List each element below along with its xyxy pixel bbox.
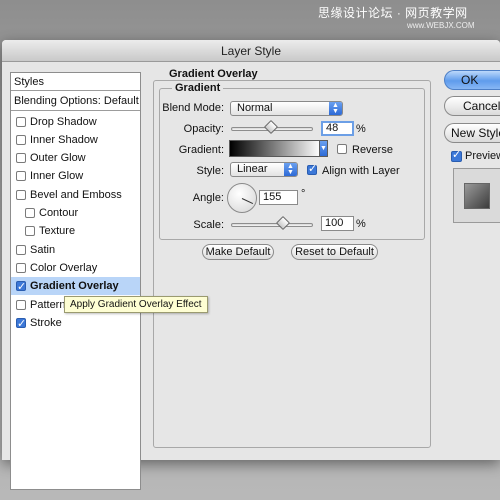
preview-label: Preview <box>465 150 500 162</box>
style-preview <box>453 168 500 223</box>
style-item-drop-shadow[interactable]: Drop Shadow <box>11 113 140 131</box>
style-value: Linear <box>237 163 268 175</box>
style-item-label: Bevel and Emboss <box>30 189 122 201</box>
new-style-button[interactable]: New Style... <box>444 123 500 143</box>
style-select[interactable]: Linear ▲ ▼ <box>230 162 298 177</box>
make-default-button[interactable]: Make Default <box>202 244 274 260</box>
pattern-overlay-checkbox[interactable] <box>16 300 26 310</box>
color-overlay-checkbox[interactable] <box>16 263 26 273</box>
opacity-label: Opacity: <box>183 123 224 135</box>
opacity-input[interactable]: 48 <box>321 121 354 136</box>
style-item-label: Drop Shadow <box>30 116 97 128</box>
scale-unit: % <box>356 218 366 230</box>
style-item-label: Stroke <box>30 317 62 329</box>
styles-list-header[interactable]: Styles <box>11 73 140 91</box>
watermark-text: 思缘设计论坛 · 网页教学网 <box>318 6 468 20</box>
preview-swatch <box>464 183 490 209</box>
style-item-gradient-overlay[interactable]: Gradient Overlay <box>11 277 140 296</box>
blend-mode-value: Normal <box>237 102 273 114</box>
styles-list-panel: Styles Blending Options: Default Drop Sh… <box>10 72 141 490</box>
style-item-label: Contour <box>39 207 79 219</box>
scale-slider-track[interactable] <box>231 223 313 227</box>
style-item-label: Inner Shadow <box>30 134 98 146</box>
satin-checkbox[interactable] <box>16 245 26 255</box>
style-item-inner-glow[interactable]: Inner Glow <box>11 167 140 185</box>
reverse-checkbox[interactable] <box>337 144 347 154</box>
stroke-checkbox[interactable] <box>16 315 26 333</box>
style-item-label: Inner Glow <box>30 170 84 182</box>
angle-label: Angle: <box>192 192 224 204</box>
cancel-button[interactable]: Cancel <box>444 96 500 116</box>
outer-glow-checkbox[interactable] <box>16 153 26 163</box>
style-item-contour[interactable]: Contour <box>11 204 140 222</box>
style-item-stroke[interactable]: Stroke <box>11 314 140 333</box>
gradient-label: Gradient: <box>178 144 224 156</box>
gradient-dropdown-arrow-icon[interactable]: ▼ <box>319 140 328 157</box>
blending-options-item[interactable]: Blending Options: Default <box>11 92 140 111</box>
style-item-label: Texture <box>39 225 76 237</box>
style-item-satin[interactable]: Satin <box>11 241 140 259</box>
updown-arrows-icon: ▲ ▼ <box>329 102 342 115</box>
reverse-label: Reverse <box>352 144 393 156</box>
dialog-title: Layer Style <box>2 40 500 62</box>
gradient-swatch[interactable] <box>229 140 321 157</box>
angle-input[interactable]: 155 <box>259 190 298 205</box>
drop-shadow-checkbox[interactable] <box>16 117 26 127</box>
opacity-unit: % <box>356 123 366 135</box>
inner-glow-checkbox[interactable] <box>16 171 26 181</box>
style-item-bevel-emboss[interactable]: Bevel and Emboss <box>11 186 140 204</box>
style-item-inner-shadow[interactable]: Inner Shadow <box>11 131 140 149</box>
tooltip: Apply Gradient Overlay Effect <box>64 296 208 313</box>
gradient-overlay-checkbox[interactable] <box>16 278 26 296</box>
style-item-label: Color Overlay <box>30 262 98 274</box>
angle-unit: ° <box>301 188 306 200</box>
align-with-layer-label: Align with Layer <box>322 165 400 177</box>
style-item-outer-glow[interactable]: Outer Glow <box>11 149 140 167</box>
inner-shadow-checkbox[interactable] <box>16 135 26 145</box>
style-item-texture[interactable]: Texture <box>11 222 140 240</box>
preview-checkbox[interactable] <box>451 148 462 162</box>
gradient-subgroup-title: Gradient <box>172 82 224 94</box>
blend-mode-select[interactable]: Normal ▲ ▼ <box>230 101 343 116</box>
style-item-color-overlay[interactable]: Color Overlay <box>11 259 140 277</box>
bevel-emboss-checkbox[interactable] <box>16 190 26 200</box>
contour-checkbox[interactable] <box>25 208 35 218</box>
angle-dial[interactable] <box>227 183 257 213</box>
watermark-url: www.WEBJX.COM <box>407 21 475 30</box>
scale-label: Scale: <box>193 219 224 231</box>
reset-to-default-button[interactable]: Reset to Default <box>291 244 378 260</box>
style-item-label: Gradient Overlay <box>30 280 119 292</box>
style-label: Style: <box>196 165 224 177</box>
gradient-overlay-title: Gradient Overlay <box>166 68 261 80</box>
align-with-layer-checkbox[interactable] <box>307 162 317 175</box>
texture-checkbox[interactable] <box>25 226 35 236</box>
ok-button[interactable]: OK <box>444 70 500 90</box>
style-item-label: Satin <box>30 244 56 256</box>
style-item-label: Outer Glow <box>30 152 86 164</box>
blend-mode-label: Blend Mode: <box>162 102 224 114</box>
scale-input[interactable]: 100 <box>321 216 354 231</box>
angle-dial-hand <box>241 198 254 205</box>
updown-arrows-icon: ▲ ▼ <box>284 163 297 176</box>
